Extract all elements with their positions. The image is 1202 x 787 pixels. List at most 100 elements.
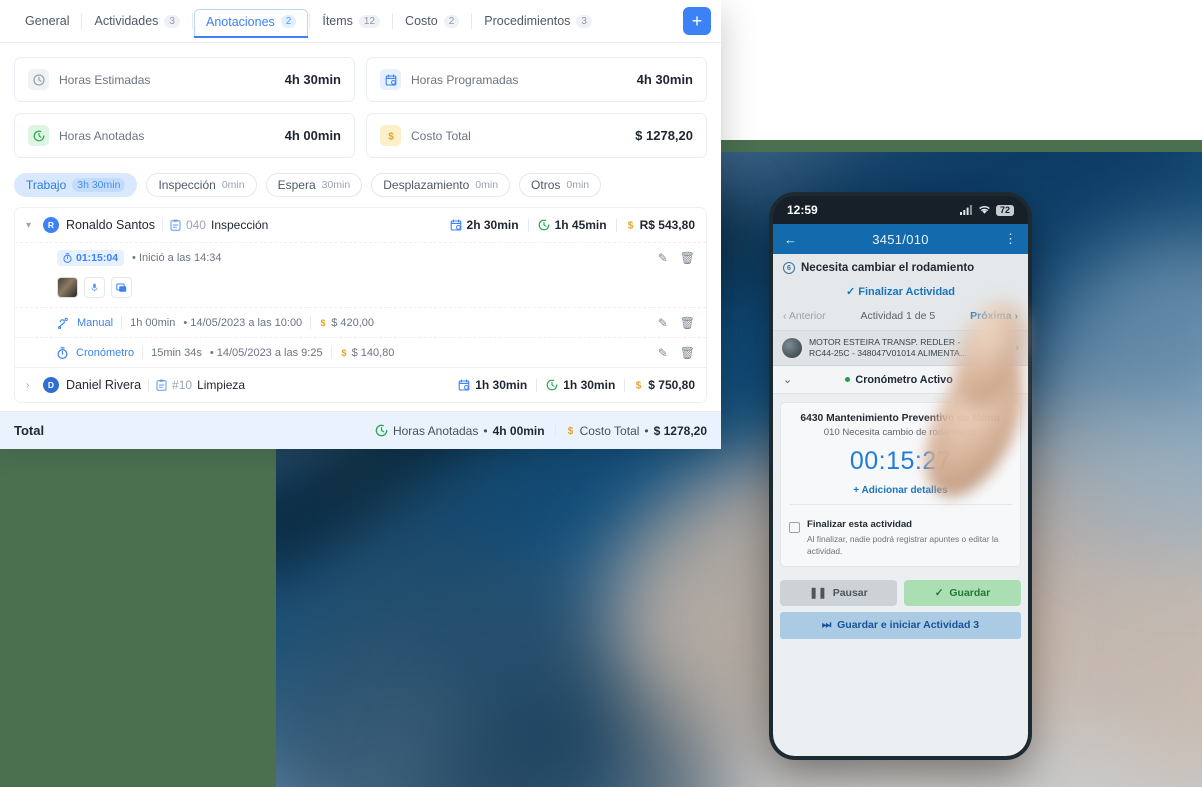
chevron-right-icon[interactable]: › <box>26 380 36 391</box>
tab-items[interactable]: Ítems 12 <box>311 8 391 34</box>
group-technician-name: Ronaldo Santos <box>66 218 155 232</box>
delete-icon[interactable]: 🗑 <box>680 346 695 360</box>
tab-costo-label: Costo <box>405 14 438 28</box>
divider <box>624 378 626 392</box>
divider <box>161 218 163 232</box>
dollar-icon: $ <box>340 347 348 358</box>
annotation-row-cronometro[interactable]: Cronómetro 15min 34s • 14/05/2023 a las … <box>15 337 706 367</box>
total-hours-value: 4h 00min <box>492 423 545 438</box>
finish-activity-checkbox[interactable] <box>789 522 800 534</box>
pause-icon: ❚❚ <box>809 587 827 600</box>
cronometro-entry-cost-value: $ 140,80 <box>351 346 395 359</box>
running-timer-value: 01:15:04 <box>76 252 119 264</box>
tab-divider <box>191 13 193 29</box>
card-horas-anotadas-label: Horas Anotadas <box>59 128 145 143</box>
total-cost-value: $ 1278,20 <box>653 423 707 438</box>
chip-otros[interactable]: Otros 0min <box>519 173 602 197</box>
phone-save-and-start-button[interactable]: ⏭ Guardar e iniciar Actividad 3 <box>780 612 1021 640</box>
phone-timer-header[interactable]: ⌄ Cronómetro Activo <box>773 366 1028 395</box>
group-activity-number: #10 <box>172 378 193 392</box>
chip-espera[interactable]: Espera 30min <box>265 173 363 197</box>
group-cost: $ $ 750,80 <box>634 378 695 392</box>
phone-activity-header: 6 Necesita cambiar el rodamiento <box>773 254 1028 280</box>
asset-line2: RC44-25C - 348047V01014 ALIMENTA... <box>809 348 967 359</box>
phone-overflow-menu-icon[interactable]: ⋮ <box>1004 231 1017 247</box>
add-annotation-button[interactable]: + <box>683 7 711 35</box>
group-cost: $ R$ 543,80 <box>626 218 695 232</box>
manual-entry-datetime: • 14/05/2023 a las 10:00 <box>183 316 303 329</box>
phone-prev-activity-button[interactable]: ‹ Anterior <box>783 310 826 322</box>
chip-inspeccion[interactable]: Inspección 0min <box>146 173 257 197</box>
group-header-daniel-rivera[interactable]: › D Daniel Rivera #10 Limpieza 1h 30min <box>15 367 706 402</box>
chevron-down-icon[interactable]: ▾ <box>26 220 36 231</box>
edit-icon[interactable]: ✎ <box>658 346 668 360</box>
chip-trabajo-value: 3h 30min <box>72 178 126 192</box>
clipboard-icon <box>170 219 181 231</box>
phone-back-icon[interactable]: ← <box>784 232 797 247</box>
annotation-row-running[interactable]: 01:15:04 • Inició a las 14:34 ✎ 🗑 <box>15 242 706 273</box>
cronometro-entry-cost: $ $ 140,80 <box>340 346 395 359</box>
phone-add-details-button[interactable]: + Adicionar detalles <box>789 482 1012 506</box>
phone-clock: 12:59 <box>787 203 818 217</box>
dollar-icon: $ <box>626 219 635 231</box>
calendar-clock-icon <box>450 219 462 231</box>
group-activity-name: Limpieza <box>197 378 246 392</box>
asset-line1: MOTOR ESTEIRA TRANSP. REDLER - <box>809 337 961 347</box>
card-costo-total-value: $ 1278,20 <box>635 128 693 143</box>
manual-entry-cost: $ $ 420,00 <box>319 317 374 329</box>
tab-anotaciones-label: Anotaciones <box>205 14 275 29</box>
comment-attachment[interactable] <box>111 277 132 298</box>
group-cost-value: $ 750,80 <box>648 378 695 392</box>
chip-trabajo[interactable]: Trabajo 3h 30min <box>14 173 138 197</box>
photo-attachment[interactable] <box>57 277 78 298</box>
manual-entry-duration: 1h 00min <box>130 316 176 329</box>
tab-actividades[interactable]: Actividades 3 <box>83 8 191 34</box>
divider <box>554 424 556 437</box>
tab-procedimientos-label: Procedimientos <box>484 14 571 28</box>
tab-general[interactable]: General <box>14 8 80 34</box>
phone-asset-row[interactable]: MOTOR ESTEIRA TRANSP. REDLER - RC44-25C … <box>773 331 1028 367</box>
wifi-icon <box>978 205 991 215</box>
annotation-row-manual[interactable]: Manual 1h 00min • 14/05/2023 a las 10:00… <box>15 307 706 337</box>
divider <box>148 378 150 392</box>
manual-entry-icon <box>57 317 69 329</box>
chip-desplazamiento-value: 0min <box>475 179 499 191</box>
phone-pause-button[interactable]: ❚❚ Pausar <box>780 580 897 607</box>
divider <box>330 346 332 359</box>
cronometro-entry-source: Cronómetro <box>76 346 135 359</box>
delete-icon[interactable]: 🗑 <box>680 316 695 330</box>
chip-espera-label: Espera <box>277 178 316 192</box>
clipboard-icon <box>156 379 167 391</box>
tab-anotaciones[interactable]: Anotaciones 2 <box>193 8 309 38</box>
svg-text:$: $ <box>321 318 326 328</box>
divider <box>527 218 529 232</box>
tab-divider <box>309 13 311 29</box>
chip-desplazamiento[interactable]: Desplazamiento 0min <box>371 173 511 197</box>
tab-costo[interactable]: Costo 2 <box>394 8 470 34</box>
edit-icon[interactable]: ✎ <box>658 251 668 265</box>
audio-attachment[interactable] <box>84 277 105 298</box>
tab-procedimientos-count: 3 <box>576 14 592 28</box>
edit-icon[interactable]: ✎ <box>658 316 668 330</box>
group-header-ronaldo-santos[interactable]: ▾ R Ronaldo Santos 040 Inspección 2h 30m… <box>15 208 706 242</box>
phone-save-button[interactable]: ✓ Guardar <box>904 580 1021 607</box>
group-scheduled-hours: 2h 30min <box>450 218 519 232</box>
svg-text:$: $ <box>567 426 573 437</box>
tab-anotaciones-count: 2 <box>280 15 297 28</box>
group-cost-value: R$ 543,80 <box>639 218 695 232</box>
manual-entry-source: Manual <box>77 316 114 329</box>
group-annotated-value: 1h 30min <box>563 378 616 392</box>
cellular-signal-icon <box>959 205 973 215</box>
delete-icon[interactable]: 🗑 <box>680 251 695 265</box>
total-hours-label: Horas Anotadas <box>392 423 479 438</box>
phone-next-activity-button[interactable]: Próxima › <box>970 310 1018 322</box>
chevron-down-icon[interactable]: ⌄ <box>783 373 792 386</box>
work-order-panel: General Actividades 3 Anotaciones 2 Ítem… <box>0 0 721 449</box>
dollar-icon: $ <box>319 317 327 328</box>
tab-procedimientos[interactable]: Procedimientos 3 <box>473 8 603 34</box>
phone-mockup: 12:59 72 ← 3451/010 ⋮ 6 Necesita cambiar… <box>773 196 1028 756</box>
manual-entry-cost-value: $ 420,00 <box>331 316 375 329</box>
phone-finalizar-actividad-button[interactable]: ✓ Finalizar Actividad <box>773 280 1028 305</box>
card-costo-total-label: Costo Total <box>411 128 471 143</box>
group-scheduled-hours: 1h 30min <box>458 378 527 392</box>
